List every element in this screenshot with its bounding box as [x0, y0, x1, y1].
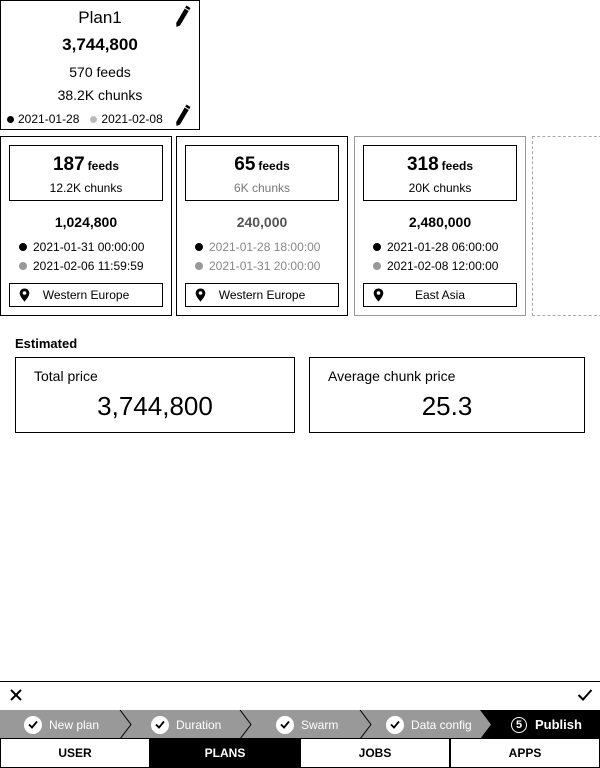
swarm-end-date: 2021-02-06 11:59:59	[33, 259, 144, 273]
plan-start-date: 2021-01-28	[18, 112, 80, 126]
nav-tab-user[interactable]: USER	[0, 738, 150, 768]
swarm-start: 2021-01-31 00:00:00	[19, 240, 144, 254]
plan-total: 3,744,800	[62, 35, 138, 54]
swarm-end: 2021-02-06 11:59:59	[19, 259, 144, 273]
step-label: Duration	[176, 717, 222, 732]
checkmark-icon[interactable]	[577, 688, 593, 702]
plan-end-date: 2021-02-08	[101, 112, 163, 126]
step-publish[interactable]: 5 Publish	[511, 710, 582, 739]
step-number: 5	[511, 716, 527, 733]
swarm-feeds-box: 187 feeds 12.2K chunks	[9, 145, 163, 201]
end-dot-icon	[195, 262, 203, 270]
end-dot-icon	[373, 262, 381, 270]
swarm-end-date: 2021-02-08 12:00:00	[387, 259, 499, 273]
swarm-card[interactable]: 65 feeds 6K chunks 240,000 2021-01-28 18:…	[176, 136, 348, 316]
end-dot-icon	[19, 262, 27, 270]
check-circle-icon	[151, 715, 169, 734]
average-chunk-price-label: Average chunk price	[328, 368, 456, 384]
edit-plan-dates-pencil-icon[interactable]	[174, 103, 192, 127]
swarm-feeds-box: 318 feeds 20K chunks	[363, 145, 517, 201]
step-duration[interactable]: Duration	[151, 710, 221, 739]
swarm-amount: 240,000	[236, 214, 288, 230]
swarm-feeds-count: 187	[52, 154, 85, 175]
plan-chunks: 38.2K chunks	[57, 87, 143, 103]
start-dot-icon	[19, 243, 27, 251]
swarm-start: 2021-01-28 18:00:00	[195, 240, 320, 254]
swarm-start-date: 2021-01-28 18:00:00	[209, 240, 321, 254]
start-dot-icon	[373, 243, 381, 251]
swarm-end: 2021-01-31 20:00:00	[195, 259, 320, 273]
close-icon[interactable]	[9, 688, 23, 702]
swarm-feeds-label: feeds	[87, 159, 120, 173]
wizard-stepper: New plan Duration Swarm Data config 5 Pu…	[0, 710, 600, 739]
estimated-heading: Estimated	[15, 336, 78, 351]
swarm-end: 2021-02-08 12:00:00	[373, 259, 498, 273]
step-data-config[interactable]: Data config	[386, 710, 472, 739]
swarm-start-date: 2021-01-31 00:00:00	[33, 240, 145, 254]
plan-dates: 2021-01-28 2021-02-08	[7, 112, 199, 126]
swarm-region-label: Western Europe	[218, 288, 306, 302]
plan-feeds: 570 feeds	[69, 64, 131, 80]
check-circle-icon	[276, 715, 294, 734]
plan-name: Plan1	[78, 8, 122, 27]
swarm-chunks: 20K chunks	[408, 181, 472, 195]
step-new-plan[interactable]: New plan	[24, 710, 99, 739]
swarm-card[interactable]: 318 feeds 20K chunks 2,480,000 2021-01-28…	[354, 136, 526, 316]
swarm-chunks: 6K chunks	[233, 181, 291, 195]
nav-tab-plans[interactable]: PLANS	[150, 738, 300, 768]
start-dot-icon	[7, 115, 14, 123]
check-circle-icon	[24, 715, 42, 734]
nav-tab-apps[interactable]: APPS	[450, 738, 600, 768]
action-bar	[0, 681, 600, 710]
bottom-nav: USER PLANS JOBS APPS	[0, 738, 600, 768]
average-chunk-price-box: Average chunk price 25.3	[309, 357, 585, 433]
swarm-end-date: 2021-01-31 20:00:00	[209, 259, 321, 273]
swarm-region[interactable]: East Asia	[363, 283, 517, 307]
total-price-box: Total price 3,744,800	[15, 357, 295, 433]
map-pin-icon	[373, 288, 384, 302]
swarm-feeds-box: 65 feeds 6K chunks	[185, 145, 339, 201]
swarm-start-date: 2021-01-28 06:00:00	[387, 240, 499, 254]
swarm-region-label: East Asia	[414, 288, 466, 302]
total-price-value: 3,744,800	[97, 391, 213, 421]
average-chunk-price-value: 25.3	[421, 391, 473, 421]
swarm-feeds-count: 318	[406, 154, 439, 175]
nav-tab-jobs[interactable]: JOBS	[300, 738, 450, 768]
check-circle-icon	[386, 715, 404, 734]
add-swarm-placeholder[interactable]	[532, 136, 600, 316]
swarm-feeds-label: feeds	[258, 159, 290, 173]
total-price-label: Total price	[34, 368, 98, 384]
map-pin-icon	[195, 288, 206, 302]
step-label: Swarm	[301, 717, 339, 732]
swarm-feeds-label: feeds	[441, 159, 474, 173]
swarm-region[interactable]: Western Europe	[9, 283, 163, 307]
swarm-chunks: 12.2K chunks	[49, 181, 123, 195]
swarm-feeds-count: 65	[234, 154, 256, 175]
start-dot-icon	[195, 243, 203, 251]
step-label: Data config	[411, 717, 472, 732]
swarm-start: 2021-01-28 06:00:00	[373, 240, 498, 254]
swarm-amount: 1,024,800	[54, 214, 118, 230]
swarm-region[interactable]: Western Europe	[185, 283, 339, 307]
end-dot-icon	[90, 115, 98, 123]
swarm-region-label: Western Europe	[42, 288, 130, 302]
swarm-amount: 2,480,000	[408, 214, 472, 230]
step-swarm[interactable]: Swarm	[276, 710, 338, 739]
plan-summary-card[interactable]: Plan1 3,744,800 570 feeds 38.2K chunks 2…	[0, 0, 200, 130]
swarm-card[interactable]: 187 feeds 12.2K chunks 1,024,800 2021-01-…	[0, 136, 172, 316]
step-label: New plan	[49, 717, 100, 732]
step-label: Publish	[535, 717, 582, 732]
map-pin-icon	[19, 288, 30, 302]
edit-plan-name-pencil-icon[interactable]	[174, 4, 192, 28]
